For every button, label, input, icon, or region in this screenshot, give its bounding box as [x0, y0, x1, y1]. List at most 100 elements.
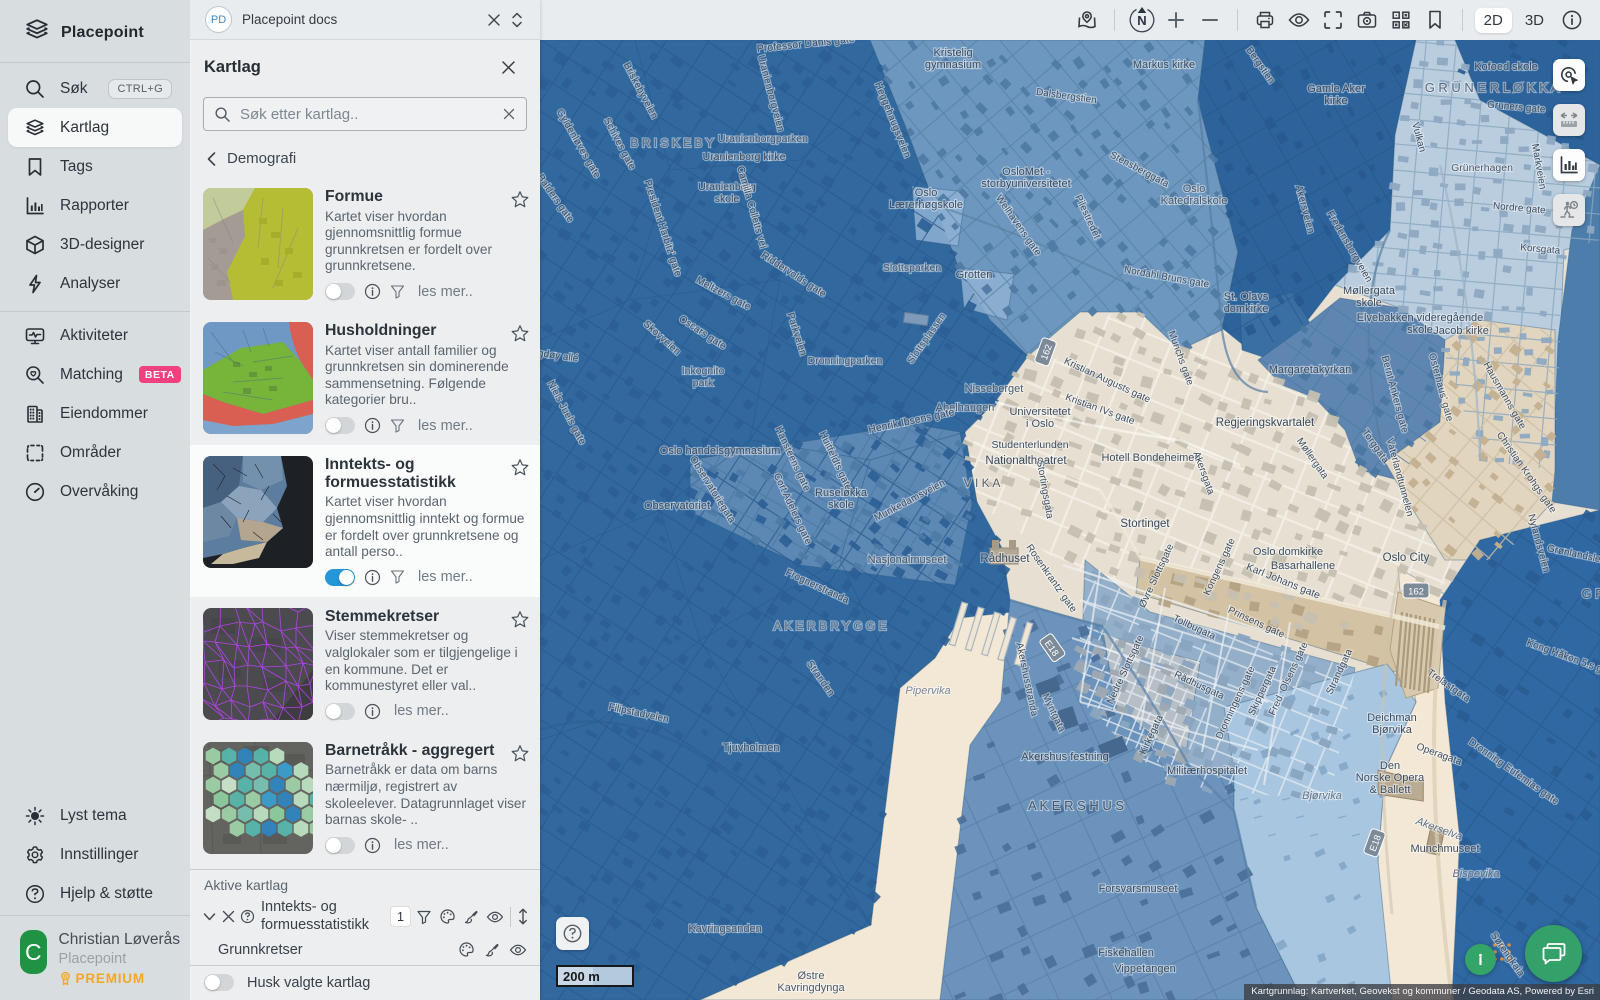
- info-icon[interactable]: [364, 837, 381, 854]
- chat-fab[interactable]: [1525, 925, 1582, 982]
- user-card[interactable]: C Christian Løverås Placepoint PREMIUM: [0, 915, 190, 1000]
- sidebar-item-3d-designer[interactable]: 3D-designer: [8, 225, 182, 264]
- layer-toggle[interactable]: [325, 703, 355, 720]
- qr-code-button[interactable]: [1386, 5, 1416, 35]
- breadcrumb[interactable]: Demografi: [190, 137, 540, 177]
- favorite-star-icon[interactable]: [510, 458, 530, 483]
- panel-close-button[interactable]: [495, 54, 522, 81]
- doc-avatar[interactable]: PD: [205, 6, 232, 33]
- sublayer-visibility-button[interactable]: [508, 942, 528, 958]
- zoom-in-button[interactable]: [1161, 5, 1191, 35]
- sidebar-item-kartlag[interactable]: Kartlag: [8, 108, 182, 147]
- sidebar-item-analyser[interactable]: Analyser: [8, 264, 182, 303]
- mode-3d-button[interactable]: 3D: [1516, 8, 1553, 33]
- chart-tool-button[interactable]: [1553, 149, 1585, 181]
- filter-icon[interactable]: [390, 569, 405, 585]
- map-info-fab[interactable]: [1465, 944, 1496, 975]
- layer-search-input[interactable]: [240, 106, 502, 123]
- document-bar: PD Placepoint docs: [190, 0, 540, 40]
- layer-toggle[interactable]: [325, 569, 355, 586]
- read-more-link[interactable]: les mer..: [418, 569, 473, 585]
- 3d-designer-icon: [24, 234, 46, 256]
- locate-map-button[interactable]: [1072, 5, 1102, 35]
- collapse-layer-button[interactable]: [200, 907, 219, 926]
- bookmark-icon: [1426, 9, 1444, 31]
- hjelp-icon: [24, 883, 46, 905]
- map-label: Oslo City: [1383, 552, 1430, 564]
- layer-card[interactable]: Inntekts- og formuesstatistikkKartet vis…: [190, 445, 540, 597]
- info-icon[interactable]: [364, 283, 381, 300]
- sidebar-item-tags[interactable]: Tags: [8, 147, 182, 186]
- sidebar-item-omrader[interactable]: Områder: [8, 433, 182, 472]
- avatar[interactable]: C: [20, 930, 47, 974]
- zoom-out-button[interactable]: [1195, 5, 1225, 35]
- layer-card[interactable]: StemmekretserViser stemmekretser og valg…: [190, 597, 540, 731]
- compass-button[interactable]: N: [1127, 5, 1157, 35]
- layer-style-button[interactable]: [438, 907, 457, 926]
- doc-expand-button[interactable]: [506, 7, 528, 33]
- info-icon[interactable]: [364, 417, 381, 434]
- layer-toggle[interactable]: [325, 283, 355, 300]
- sidebar-item-lyst-tema[interactable]: Lyst tema: [8, 796, 182, 835]
- travel-time-tool-button[interactable]: [1553, 194, 1585, 226]
- map-label: Tjuvholmen: [723, 742, 780, 754]
- favorite-star-icon[interactable]: [510, 324, 530, 349]
- visibility-button[interactable]: [1284, 5, 1314, 35]
- filter-icon[interactable]: [390, 284, 405, 300]
- map-canvas[interactable]: B R I S K E B YG R Ü N E R L Ø K K AA K …: [540, 40, 1600, 1000]
- read-more-link[interactable]: les mer..: [394, 837, 449, 853]
- layer-card[interactable]: FormueKartet viser hvordan gjennomsnittl…: [190, 177, 540, 311]
- print-button[interactable]: [1250, 5, 1280, 35]
- clear-search-icon[interactable]: [502, 107, 516, 121]
- read-more-link[interactable]: les mer..: [418, 284, 473, 300]
- layer-toggle[interactable]: [325, 837, 355, 854]
- screenshot-button[interactable]: [1352, 5, 1382, 35]
- favorite-star-icon[interactable]: [510, 744, 530, 769]
- sidebar-item-label: Kartlag: [60, 119, 109, 137]
- sidebar-item-eiendommer[interactable]: Eiendommer: [8, 394, 182, 433]
- layer-reorder-button[interactable]: [516, 907, 530, 926]
- doc-close-button[interactable]: [482, 8, 506, 32]
- layer-filter-button[interactable]: [415, 908, 433, 926]
- info-icon[interactable]: [364, 569, 381, 586]
- favorite-star-icon[interactable]: [510, 190, 530, 215]
- sidebar-item-label: Rapporter: [60, 197, 129, 215]
- map-help-button[interactable]: [556, 917, 589, 950]
- remove-layer-button[interactable]: [219, 907, 238, 926]
- read-more-link[interactable]: les mer..: [418, 418, 473, 434]
- sidebar-item-hjelp[interactable]: Hjelp & støtte: [8, 874, 182, 913]
- sublayer-edit-button[interactable]: [483, 941, 501, 959]
- layer-card[interactable]: Barnetråkk - aggregertBarnetråkk er data…: [190, 731, 540, 865]
- kartlag-icon: [24, 117, 46, 139]
- info-icon[interactable]: [364, 703, 381, 720]
- fullscreen-button[interactable]: [1318, 5, 1348, 35]
- map-label: Uranienborg kirke: [703, 151, 786, 163]
- layer-toggle[interactable]: [325, 417, 355, 434]
- info-circle-icon: [1561, 9, 1583, 31]
- active-layers-title: Aktive kartlag: [190, 870, 540, 897]
- qr-code-icon: [1390, 9, 1412, 31]
- walking-person-clock-icon: [1557, 198, 1581, 222]
- plus-icon: [1166, 10, 1186, 30]
- map-info-button[interactable]: [1557, 5, 1587, 35]
- favorite-star-icon[interactable]: [510, 610, 530, 635]
- sidebar-item-rapporter[interactable]: Rapporter: [8, 186, 182, 225]
- remember-layers-toggle[interactable]: [204, 974, 234, 991]
- sidebar-item-innstillinger[interactable]: Innstillinger: [8, 835, 182, 874]
- layer-visibility-button[interactable]: [485, 909, 505, 925]
- sublayer-style-button[interactable]: [457, 940, 476, 959]
- select-tool-button[interactable]: [1553, 59, 1585, 91]
- mode-2d-button[interactable]: 2D: [1475, 8, 1512, 33]
- read-more-link[interactable]: les mer..: [394, 703, 449, 719]
- map-label: Oslo handelsgymnasium: [660, 445, 780, 457]
- layer-card[interactable]: HusholdningerKartet viser antall familie…: [190, 311, 540, 445]
- layer-edit-button[interactable]: [462, 908, 480, 926]
- sidebar-item-sok[interactable]: SøkCTRL+G: [8, 69, 182, 108]
- sidebar-item-aktiviteter[interactable]: Aktiviteter: [8, 316, 182, 355]
- layer-help-button[interactable]: [238, 907, 257, 926]
- sidebar-item-overvaking[interactable]: Overvåking: [8, 472, 182, 511]
- bookmark-button[interactable]: [1420, 5, 1450, 35]
- filter-icon[interactable]: [390, 418, 405, 434]
- sidebar-item-matching[interactable]: MatchingBETA: [8, 355, 182, 394]
- measure-tool-button[interactable]: [1553, 104, 1585, 136]
